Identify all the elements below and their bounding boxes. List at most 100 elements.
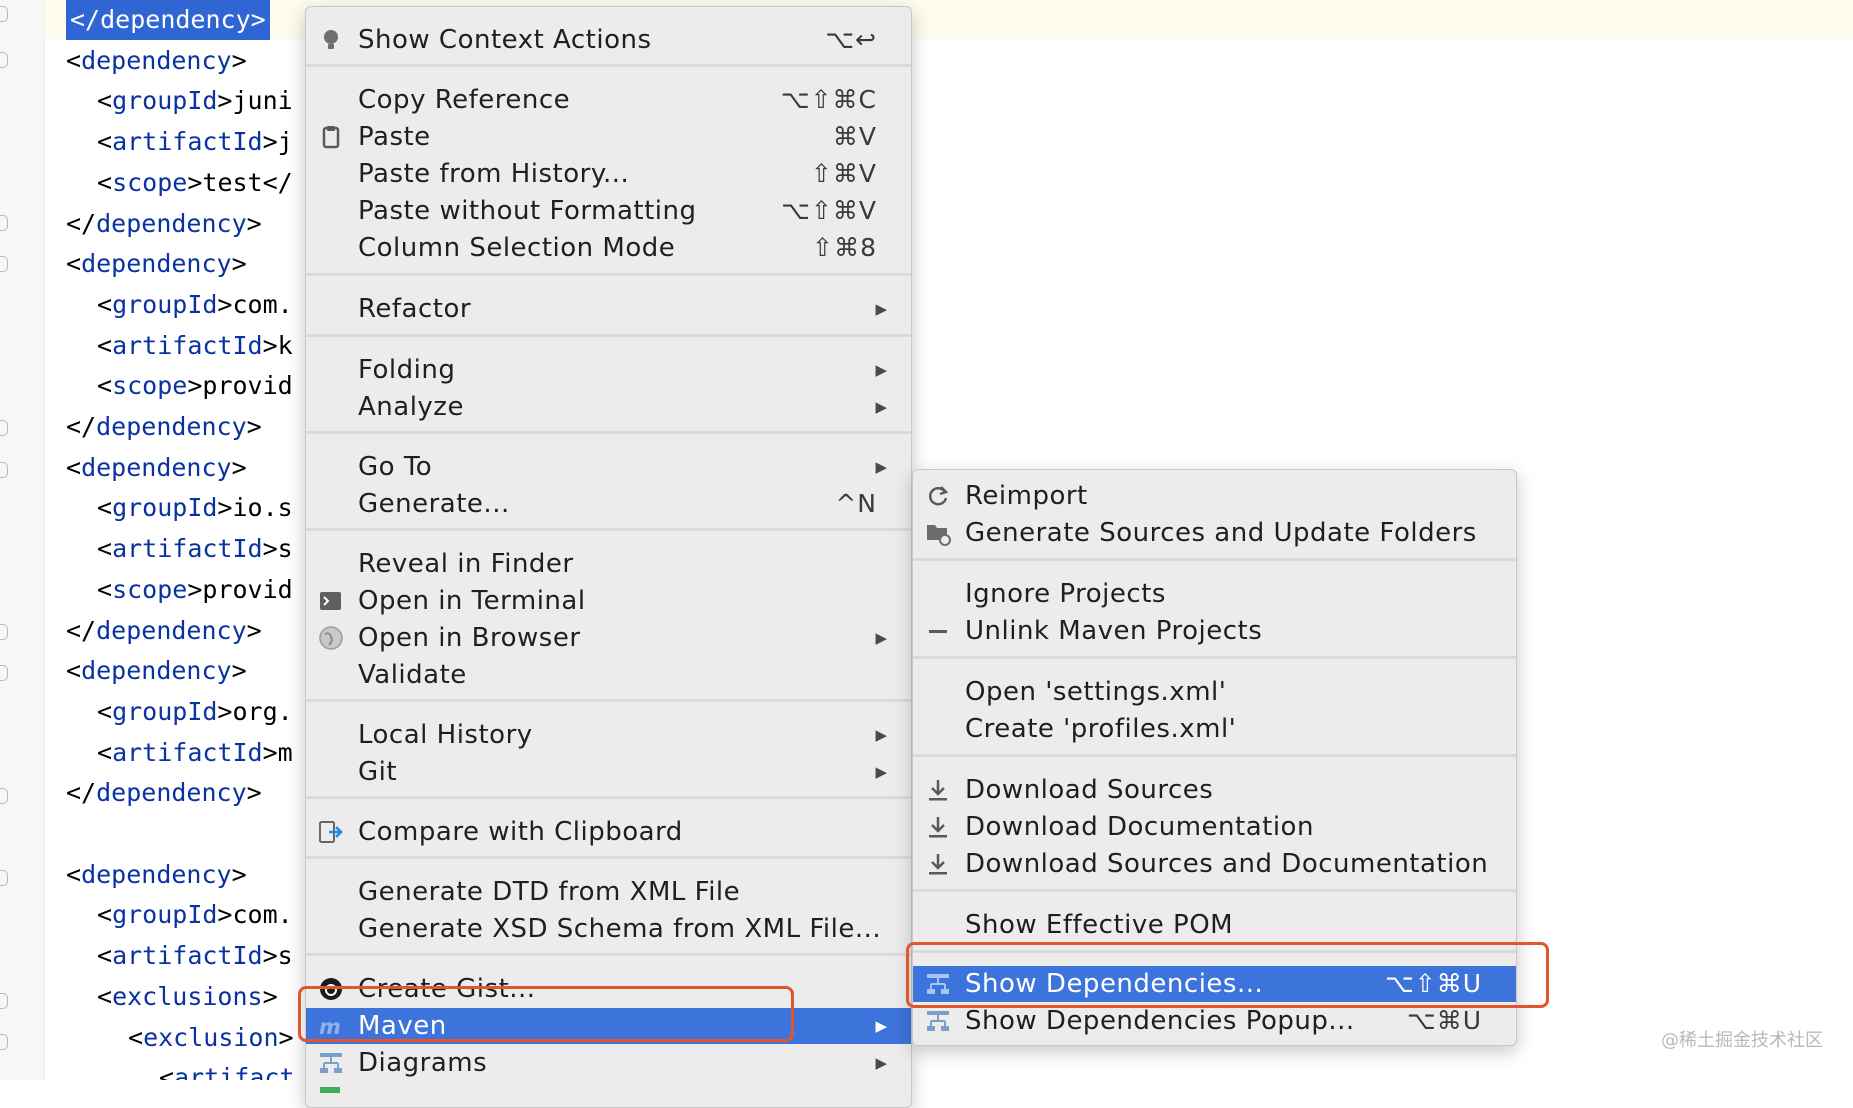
code-line[interactable]: <artifact [159, 1058, 294, 1080]
code-line[interactable]: <artifactId>m [97, 733, 293, 773]
tag-name: groupId [112, 900, 218, 930]
menu-separator [306, 334, 911, 337]
tag-value: io.s [232, 493, 293, 523]
download-icon [925, 851, 951, 877]
tag-bracket: > [231, 452, 247, 482]
submenu-arrow-icon: ▶ [875, 300, 887, 318]
code-line[interactable]: <groupId>com. [97, 285, 293, 325]
code-line[interactable]: <exclusion> [128, 1018, 294, 1058]
menu-item-go-to[interactable]: Go To ▶ [306, 449, 911, 485]
code-line[interactable]: <dependency> [66, 855, 247, 895]
menu-item-unlink-maven-projects[interactable]: Unlink Maven Projects [913, 613, 1516, 649]
menu-item-ignore-projects[interactable]: Ignore Projects [913, 576, 1516, 612]
code-line[interactable]: </dependency> [66, 611, 262, 651]
code-line[interactable]: <dependency> [66, 244, 247, 284]
menu-item-generate[interactable]: Generate... ^N [306, 486, 911, 522]
menu-item-create-profiles[interactable]: Create 'profiles.xml' [913, 711, 1516, 747]
tag-bracket: < [97, 941, 113, 971]
menu-item-download-sources[interactable]: Download Sources [913, 772, 1516, 808]
tag-name: dependency [81, 859, 232, 889]
code-line[interactable]: <dependency> [66, 448, 247, 488]
code-line[interactable]: <groupId>juni [97, 81, 293, 121]
menu-item-git[interactable]: Git ▶ [306, 754, 911, 790]
menu-item-download-documentation[interactable]: Download Documentation [913, 809, 1516, 845]
submenu-arrow-icon: ▶ [875, 361, 887, 379]
menu-separator [306, 796, 911, 799]
tag-bracket: > [217, 289, 233, 319]
menu-item-folding[interactable]: Folding ▶ [306, 352, 911, 388]
menu-item-show-dependencies-popup[interactable]: Show Dependencies Popup... ⌥⌘U [913, 1003, 1516, 1039]
menu-item-copy-reference[interactable]: Copy Reference ⌥⇧⌘C [306, 82, 911, 118]
code-line[interactable]: <dependency> [66, 41, 247, 81]
tag-name: artifactId [112, 737, 263, 767]
menu-item-validate[interactable]: Validate [306, 657, 911, 693]
menu-item-open-in-browser[interactable]: Open in Browser ▶ [306, 620, 911, 656]
code-line[interactable]: </dependency> [66, 0, 270, 40]
editor-context-menu: Show Context Actions ⌥↩ Copy Reference ⌥… [305, 6, 912, 1108]
menu-item-paste-from-history[interactable]: Paste from History... ⇧⌘V [306, 156, 911, 192]
code-line[interactable]: <exclusions> [97, 977, 278, 1017]
code-line[interactable]: <scope>provid [97, 570, 293, 610]
menu-item-paste-without-formatting[interactable]: Paste without Formatting ⌥⇧⌘V [306, 193, 911, 229]
code-line[interactable]: <dependency> [66, 651, 247, 691]
tag-bracket: < [66, 859, 82, 889]
tag-value: com. [232, 289, 293, 319]
menu-item-open-in-terminal[interactable]: Open in Terminal [306, 583, 911, 619]
menu-separator [913, 889, 1516, 892]
menu-item-download-sources-and-documentation[interactable]: Download Sources and Documentation [913, 846, 1516, 882]
tag-bracket: > [262, 330, 278, 360]
code-line[interactable]: <artifactId>s [97, 936, 293, 976]
menu-item-local-history[interactable]: Local History ▶ [306, 717, 911, 753]
menu-item-generate-dtd[interactable]: Generate DTD from XML File [306, 874, 911, 910]
tag-bracket: < [97, 981, 113, 1011]
code-line[interactable]: <groupId>org. [97, 692, 293, 732]
menu-item-refactor[interactable]: Refactor ▶ [306, 291, 911, 327]
tag-value: s [277, 534, 293, 564]
menu-item-generate-sources[interactable]: Generate Sources and Update Folders [913, 515, 1516, 551]
menu-item-generate-xsd[interactable]: Generate XSD Schema from XML File... [306, 911, 911, 947]
lightbulb-icon [318, 27, 344, 53]
code-line[interactable]: <scope>test</ [97, 163, 293, 203]
menu-item-column-selection-mode[interactable]: Column Selection Mode ⇧⌘8 [306, 230, 911, 266]
code-line[interactable]: <artifactId>j [97, 122, 293, 162]
code-line[interactable]: <groupId>com. [97, 895, 293, 935]
tag-name: scope [112, 574, 188, 604]
menu-item-reimport[interactable]: Reimport [913, 478, 1516, 514]
tag-bracket: < [66, 249, 82, 279]
submenu-arrow-icon: ▶ [875, 763, 887, 781]
tag-bracket: < [66, 656, 82, 686]
tag-bracket: > [217, 900, 233, 930]
code-line[interactable]: </dependency> [66, 407, 262, 447]
code-line[interactable]: <artifactId>k [97, 326, 293, 366]
code-line[interactable]: </dependency> [66, 204, 262, 244]
menu-item-analyze[interactable]: Analyze ▶ [306, 389, 911, 425]
tag-bracket: < [97, 167, 113, 197]
menu-item-reveal-in-finder[interactable]: Reveal in Finder [306, 546, 911, 582]
tag-name: groupId [112, 696, 218, 726]
tag-bracket: </ [66, 778, 97, 808]
tag-name: dependency [100, 5, 251, 34]
tag-bracket: > [246, 412, 262, 441]
menu-item-show-effective-pom[interactable]: Show Effective POM [913, 907, 1516, 943]
menu-item-show-context-actions[interactable]: Show Context Actions ⌥↩ [306, 22, 911, 58]
menu-item-open-settings[interactable]: Open 'settings.xml' [913, 674, 1516, 710]
tag-bracket: > [262, 737, 278, 767]
code-line[interactable]: <scope>provid [97, 366, 293, 406]
menu-item-partial[interactable] [306, 1082, 911, 1107]
folder-refresh-icon [925, 520, 951, 546]
code-line[interactable]: <artifactId>s [97, 529, 293, 569]
tag-bracket: </ [66, 208, 97, 238]
code-line[interactable]: <groupId>io.s [97, 488, 293, 528]
menu-separator [306, 953, 911, 956]
tag-value: provid [202, 371, 293, 401]
code-line[interactable]: </dependency> [66, 773, 262, 813]
menu-item-compare-with-clipboard[interactable]: Compare with Clipboard [306, 814, 911, 850]
tag-bracket: > [187, 574, 203, 604]
menu-item-paste[interactable]: Paste ⌘V [306, 119, 911, 155]
tag-bracket: </ [66, 615, 97, 645]
menu-item-diagrams[interactable]: Diagrams ▶ [306, 1045, 911, 1081]
menu-separator [306, 273, 911, 276]
tag-bracket: > [231, 249, 247, 279]
terminal-icon [318, 588, 344, 614]
code-text-area[interactable]: </dependency> <dependency> <groupId>juni <a… [0, 0, 310, 1080]
